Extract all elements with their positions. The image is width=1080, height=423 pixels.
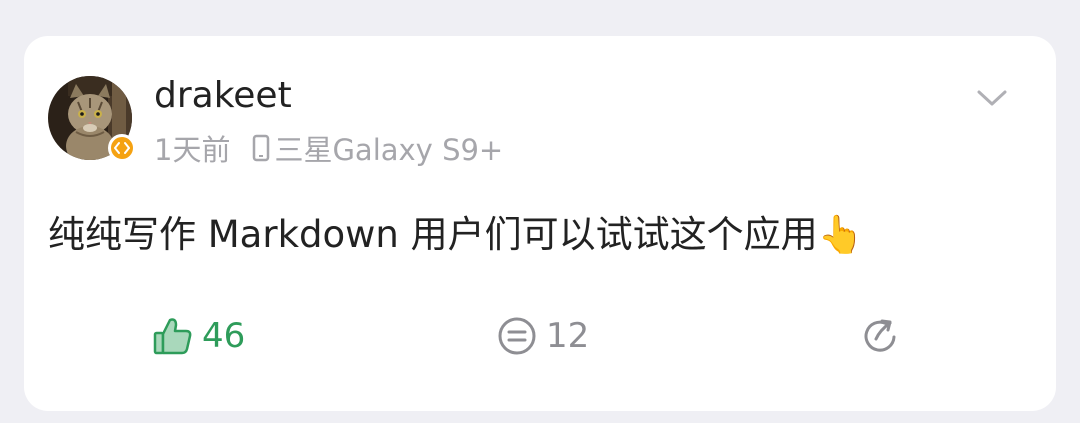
comment-count: 12 [546,316,590,356]
share-arrow-icon [860,315,902,357]
like-button[interactable]: 46 [152,312,245,360]
post-meta: 1天前 三星Galaxy S9+ [154,130,504,167]
post-card[interactable]: drakeet 1天前 三星Galaxy S9+ 纯纯写作 Markdown 用… [24,36,1056,411]
comment-bubble-icon [496,315,538,357]
chevron-down-icon[interactable] [974,84,1010,112]
thumbs-up-icon [152,315,194,357]
post-text: 纯纯写作 Markdown 用户们可以试试这个应用 [48,213,818,256]
action-bar: 46 12 [24,312,1056,360]
post-content[interactable]: 纯纯写作 Markdown 用户们可以试试这个应用👆 [48,211,864,259]
post-time: 1天前 [154,133,231,167]
share-button[interactable] [860,312,910,360]
comment-button[interactable]: 12 [496,312,589,360]
pointing-up-hand-icon: 👆 [817,213,864,256]
like-count: 46 [202,316,246,356]
phone-icon [252,134,270,162]
code-brackets-icon [108,134,136,162]
avatar-container[interactable] [48,76,136,162]
username[interactable]: drakeet [154,74,292,118]
device-name: 三星Galaxy S9+ [274,133,504,167]
